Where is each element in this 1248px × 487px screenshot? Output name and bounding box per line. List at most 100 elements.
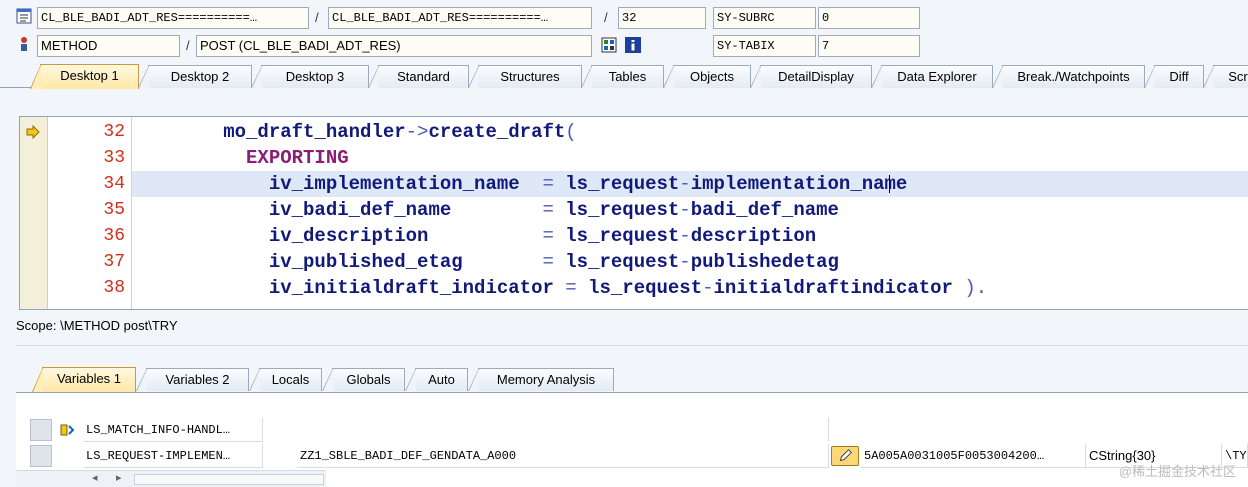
tab-detaildisplay[interactable]: DetailDisplay — [750, 65, 872, 88]
code-token: iv_published_etag — [132, 251, 543, 273]
tab-structures[interactable]: Structures — [468, 65, 582, 88]
code-token: iv_badi_def_name — [132, 199, 543, 221]
event-type-field[interactable]: METHOD — [37, 35, 180, 57]
row-selector[interactable] — [30, 445, 52, 467]
separator: / — [604, 10, 608, 25]
tab-break-watchpoints[interactable]: Break./Watchpoints — [992, 65, 1145, 88]
line-number: 38 — [103, 278, 125, 298]
tab-tables[interactable]: Tables — [581, 65, 664, 88]
code-operator: - — [679, 199, 691, 221]
sysvar-value-field[interactable]: 0 — [818, 7, 920, 29]
watermark: @稀土掘金技术社区 — [1118, 464, 1236, 479]
variable-value[interactable]: ZZ1_SBLE_BADI_DEF_GENDATA_A000 — [297, 444, 829, 468]
code-line[interactable]: iv_published_etag = ls_request-published… — [132, 249, 1248, 275]
variable-value[interactable] — [297, 418, 829, 442]
variable-name[interactable]: LS_MATCH_INFO-HANDL… — [83, 418, 263, 442]
table-row[interactable]: LS_MATCH_INFO-HANDL… — [16, 418, 1248, 442]
code-keyword: EXPORTING — [132, 147, 349, 169]
desktop-tabstrip: Desktop 1 Desktop 2 Desktop 3 Standard Struc… — [0, 62, 1248, 89]
line-number: 35 — [103, 200, 125, 220]
code-token: ls_request — [553, 225, 680, 247]
code-token: mo_draft_handler — [132, 121, 406, 143]
header-row-event: METHOD / POST (CL_BLE_BADI_ADT_RES) SY-T… — [0, 33, 1248, 59]
sysvar-value-field[interactable]: 7 — [818, 35, 920, 57]
tab-desktop-2[interactable]: Desktop 2 — [138, 65, 252, 88]
code-token: iv_description — [132, 225, 543, 247]
source-nav-icon[interactable] — [601, 37, 617, 53]
line-number: 36 — [103, 226, 125, 246]
code-operator: - — [679, 251, 691, 273]
code-operator: - — [679, 173, 691, 195]
variable-hex-value[interactable]: 5A005A0031005F0053004200… — [861, 444, 1086, 468]
scroll-right-icon[interactable]: ▸ — [116, 471, 122, 484]
code-token: badi_def_name — [690, 199, 839, 221]
program-icon[interactable] — [16, 8, 32, 24]
row-selector[interactable] — [30, 419, 52, 441]
source-code-viewer[interactable]: 32 33 34 35 36 37 38 mo_draft_handler->create_… — [19, 116, 1248, 310]
code-token: ls_request — [553, 173, 680, 195]
tab-variables-2[interactable]: Variables 2 — [136, 368, 249, 391]
code-operator: - — [702, 277, 714, 299]
line-number: 34 — [103, 174, 125, 194]
divider — [16, 345, 1248, 346]
variable-name[interactable]: LS_REQUEST-IMPLEMEN… — [83, 444, 263, 468]
code-token: implementation_name — [690, 173, 908, 195]
code-operator: = — [542, 251, 554, 273]
sysvar-name-field[interactable]: SY-TABIX — [713, 35, 816, 57]
tab-auto[interactable]: Auto — [405, 368, 468, 391]
tab-desktop-1[interactable]: Desktop 1 — [30, 64, 139, 89]
line-number: 37 — [103, 252, 125, 272]
code-token: description — [690, 225, 817, 247]
code-operator: = — [542, 199, 554, 221]
code-operator: ). — [964, 277, 988, 299]
scroll-left-icon[interactable]: ◂ — [92, 471, 98, 484]
tab-data-explorer[interactable]: Data Explorer — [871, 65, 993, 88]
code-operator: - — [679, 225, 691, 247]
code-token: ls_request — [553, 251, 680, 273]
tab-globals[interactable]: Globals — [322, 368, 405, 391]
exec-arrow-icon — [26, 125, 40, 139]
info-icon[interactable] — [625, 37, 641, 53]
code-token: initialdraftindicator — [713, 277, 965, 299]
watch-icon[interactable] — [59, 422, 75, 438]
code-line[interactable]: iv_badi_def_name = ls_request-badi_def_n… — [132, 197, 1248, 223]
include-field[interactable]: CL_BLE_BADI_ADT_RES==========… — [328, 7, 592, 29]
variables-tabstrip: Variables 1 Variables 2 Locals Globals Auto M… — [16, 365, 646, 392]
code-token: iv_initialdraft_indicator — [132, 277, 566, 299]
separator: / — [186, 38, 190, 53]
code-token: publishedetag — [690, 251, 839, 273]
sysvar-name-field[interactable]: SY-SUBRC — [713, 7, 816, 29]
code-line[interactable]: iv_description = ls_request-description — [132, 223, 1248, 249]
code-line[interactable]: mo_draft_handler->create_draft( — [132, 119, 1248, 145]
tab-memory-analysis[interactable]: Memory Analysis — [468, 368, 614, 391]
tab-objects[interactable]: Objects — [663, 65, 751, 88]
tab-standard[interactable]: Standard — [368, 65, 469, 88]
horizontal-scrollbar[interactable]: ◂ ▸ — [16, 470, 326, 487]
code-line[interactable]: iv_initialdraft_indicator = ls_request-i… — [132, 275, 1248, 301]
code-token: ls_request — [553, 199, 680, 221]
event-name-field[interactable]: POST (CL_BLE_BADI_ADT_RES) — [196, 35, 592, 57]
separator: / — [315, 10, 319, 25]
tab-desktop-3[interactable]: Desktop 3 — [251, 65, 369, 88]
tab-variables-1[interactable]: Variables 1 — [32, 367, 136, 392]
scroll-thumb[interactable] — [134, 474, 324, 485]
tab-scrip[interactable]: Scrip — [1203, 65, 1248, 88]
breakpoint-gutter[interactable] — [20, 117, 48, 309]
table-row[interactable]: LS_REQUEST-IMPLEMEN… ZZ1_SBLE_BADI_DEF_G… — [16, 444, 1248, 468]
line-numbers: 32 33 34 35 36 37 38 — [48, 117, 132, 309]
code-token: iv_implementation_name — [132, 173, 543, 195]
header-row-program: CL_BLE_BADI_ADT_RES==========… / CL_BLE_… — [0, 5, 1248, 31]
code-line[interactable]: iv_implementation_name = ls_request-impl… — [132, 171, 1248, 197]
code-operator: = — [542, 173, 554, 195]
code-token: create_draft — [428, 121, 566, 143]
tab-locals[interactable]: Locals — [249, 368, 322, 391]
line-number-field[interactable]: 32 — [618, 7, 706, 29]
code-operator: = — [542, 225, 554, 247]
code-line[interactable]: EXPORTING — [132, 145, 1248, 171]
edit-pencil-icon[interactable] — [831, 446, 859, 466]
method-icon — [21, 37, 27, 51]
code-operator: ( — [565, 121, 577, 143]
code-operator: -> — [405, 121, 429, 143]
tab-diff[interactable]: Diff — [1144, 65, 1204, 88]
program-field[interactable]: CL_BLE_BADI_ADT_RES==========… — [37, 7, 309, 29]
